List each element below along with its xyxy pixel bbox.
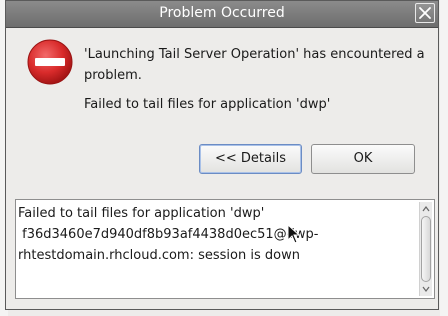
details-scrollbar[interactable] xyxy=(419,202,432,296)
background-app-right-edge xyxy=(440,0,448,316)
close-icon xyxy=(419,7,431,19)
scroll-thumb[interactable] xyxy=(421,216,431,282)
dialog-title: Problem Occurred xyxy=(159,5,285,21)
screen: Problem Occurred 'Launching Tail Server … xyxy=(0,0,448,316)
dialog-titlebar[interactable]: Problem Occurred xyxy=(6,1,438,28)
problem-headline: 'Launching Tail Server Operation' has en… xyxy=(84,47,425,83)
problem-dialog: Problem Occurred 'Launching Tail Server … xyxy=(5,0,439,310)
details-text-area[interactable]: Failed to tail files for application 'dw… xyxy=(15,199,435,299)
error-icon xyxy=(27,39,73,85)
close-button[interactable] xyxy=(415,3,435,23)
details-button[interactable]: << Details xyxy=(199,144,302,174)
scroll-down-arrow-icon[interactable] xyxy=(421,284,431,294)
scroll-up-arrow-icon[interactable] xyxy=(421,204,431,214)
problem-detail: Failed to tail files for application 'dw… xyxy=(84,97,331,112)
ok-button[interactable]: OK xyxy=(311,144,415,174)
details-text: Failed to tail files for application 'dw… xyxy=(18,206,319,263)
mouse-cursor-icon xyxy=(287,224,301,244)
